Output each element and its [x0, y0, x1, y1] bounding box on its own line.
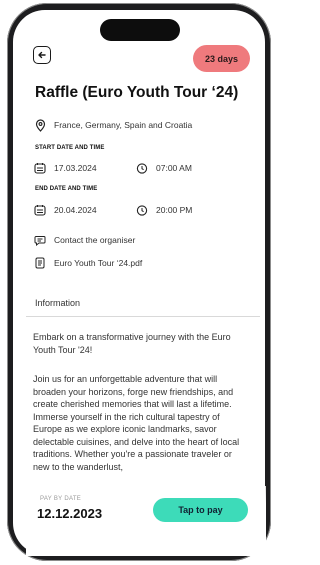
chat-icon — [34, 234, 46, 246]
location-text: France, Germany, Spain and Croatia — [54, 120, 193, 130]
clock-icon — [136, 162, 148, 174]
section-divider — [26, 316, 260, 317]
back-icon — [38, 51, 46, 59]
end-time: 20:00 PM — [156, 205, 193, 215]
start-time: 07:00 AM — [156, 163, 192, 173]
document-link[interactable]: Euro Youth Tour ‘24.pdf — [34, 257, 142, 269]
dynamic-island — [100, 19, 180, 41]
contact-organiser-link[interactable]: Contact the organiser — [34, 234, 135, 246]
page-title: Raffle (Euro Youth Tour ‘24) — [35, 84, 239, 101]
end-date: 20.04.2024 — [54, 205, 97, 215]
end-date-row: 20.04.2024 — [34, 204, 97, 216]
start-label: START DATE AND TIME — [35, 145, 105, 151]
location-pin-icon — [34, 118, 46, 132]
contact-organiser-label: Contact the organiser — [54, 235, 136, 245]
location-row: France, Germany, Spain and Croatia — [34, 118, 193, 132]
days-remaining-badge: 23 days — [193, 45, 250, 72]
document-icon — [34, 257, 46, 269]
info-paragraph-body: Join us for an unforgettable adventure t… — [33, 374, 240, 472]
start-date: 17.03.2024 — [54, 163, 97, 173]
start-date-row: 17.03.2024 — [34, 162, 97, 174]
tap-to-pay-button[interactable]: Tap to pay — [153, 498, 248, 522]
start-time-row: 07:00 AM — [136, 162, 192, 174]
back-button[interactable] — [33, 46, 51, 64]
pay-by-date: 12.12.2023 — [37, 506, 103, 521]
end-time-row: 20:00 PM — [136, 204, 192, 216]
calendar-icon — [34, 204, 46, 216]
clock-icon — [136, 204, 148, 216]
information-heading: Information — [35, 298, 81, 308]
end-label: END DATE AND TIME — [35, 186, 98, 192]
pay-by-label: PAY BY DATE — [40, 496, 82, 502]
document-label: Euro Youth Tour ‘24.pdf — [54, 258, 143, 268]
calendar-icon — [34, 162, 46, 174]
info-paragraph-intro: Embark on a transformative journey with … — [33, 332, 231, 355]
